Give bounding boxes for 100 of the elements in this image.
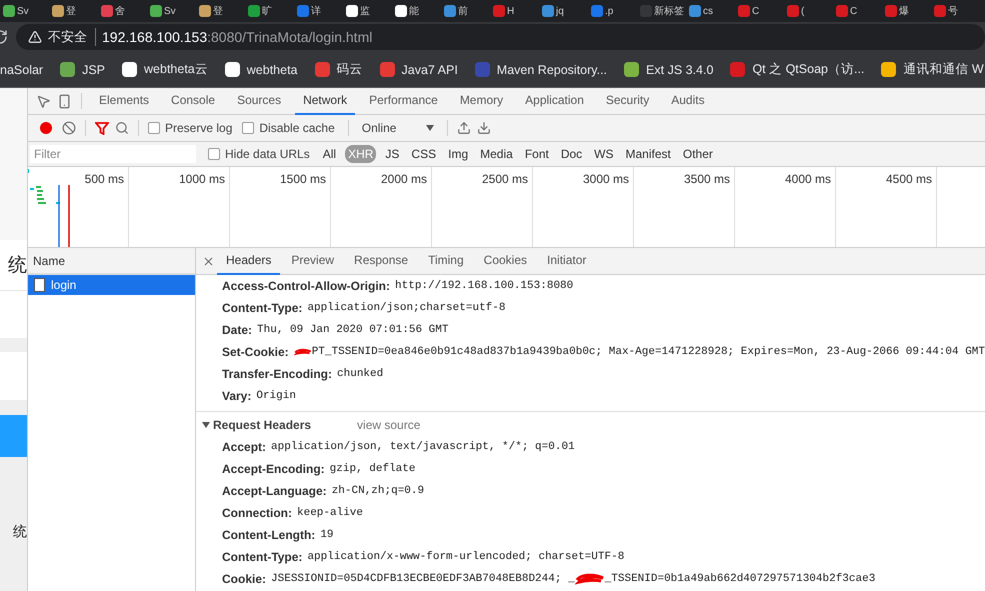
tick-label: 4000 ms: [784, 172, 831, 188]
page-text: 统: [13, 523, 27, 541]
browser-tab[interactable]: 能: [392, 4, 441, 18]
browser-tab[interactable]: C: [833, 5, 882, 17]
browser-tab[interactable]: jq: [539, 5, 588, 17]
header-name: Content-Type:: [222, 301, 302, 315]
device-toolbar-icon[interactable]: [57, 94, 72, 108]
download-icon[interactable]: [477, 121, 492, 135]
caret-icon: [426, 125, 434, 131]
inspect-element-icon[interactable]: [36, 94, 51, 108]
bookmark[interactable]: 码云: [314, 61, 362, 78]
header-value: PT_TSSENID=0ea846e0b91c48ad837b1a9439ba0b0c; Max-Age=1471228928; Expires=Mon, 23-Aug-2066 09:44:04 GMT: [312, 346, 985, 358]
close-icon[interactable]: [202, 254, 215, 268]
type-filter-button[interactable]: CSS: [408, 145, 440, 163]
checkbox-option[interactable]: Hide data URLs: [208, 147, 310, 161]
throttling-select[interactable]: Online: [358, 121, 438, 135]
redaction-scribble: [574, 573, 605, 585]
type-filter-button[interactable]: All: [320, 145, 340, 163]
detail-tab[interactable]: Cookies: [474, 248, 536, 274]
browser-tab[interactable]: 登: [196, 4, 245, 18]
bookmark[interactable]: 通讯和通信 W: [881, 61, 984, 78]
devtools-tab[interactable]: Performance: [361, 88, 446, 114]
expand-triangle-icon: [202, 422, 210, 428]
bookmark[interactable]: webtheta云: [122, 61, 208, 78]
tick-label: 2500 ms: [482, 172, 528, 188]
view-source-link[interactable]: view source: [357, 418, 420, 432]
url-path: :8080/TrinaMota/login.html: [207, 29, 372, 45]
bookmark[interactable]: Ext JS 3.4.0: [624, 62, 714, 77]
devtools-tab[interactable]: Sources: [229, 88, 290, 114]
devtools-tab[interactable]: Audits: [663, 88, 713, 114]
type-filter-button[interactable]: Manifest: [622, 145, 674, 163]
header-name: Set-Cookie:: [222, 345, 289, 359]
browser-tab[interactable]: (: [784, 5, 833, 17]
devtools-tab[interactable]: Security: [598, 88, 658, 114]
type-filter-button[interactable]: Media: [477, 145, 516, 163]
browser-tab[interactable]: 前: [441, 4, 490, 18]
tick-label: 3000 ms: [582, 172, 629, 188]
type-filter-button[interactable]: Img: [445, 145, 472, 163]
checkbox-option[interactable]: Preserve log: [148, 121, 232, 135]
browser-tab[interactable]: Sv: [147, 5, 196, 17]
header-name: Accept:: [222, 440, 266, 454]
checkbox[interactable]: [208, 148, 220, 160]
filter-field[interactable]: Filter: [30, 145, 196, 163]
browser-tab[interactable]: 号: [931, 4, 980, 18]
detail-tab[interactable]: Response: [345, 248, 418, 274]
devtools-tab[interactable]: Elements: [91, 88, 158, 114]
search-icon[interactable]: [115, 121, 129, 135]
browser-tab[interactable]: 监: [343, 4, 392, 18]
browser-tab[interactable]: .p: [588, 5, 637, 17]
detail-tab[interactable]: Timing: [419, 248, 473, 274]
redaction-scribble: [294, 346, 312, 358]
header-value: chunked: [337, 368, 384, 380]
header-value: application/x-www-form-urlencoded; charset=UTF-8: [307, 551, 624, 563]
bookmark[interactable]: naSolar: [0, 62, 44, 76]
header-value: zh-CN,zh;q=0.9: [332, 485, 424, 497]
detail-tab[interactable]: Initiator: [538, 248, 596, 274]
tick-label: 3500 ms: [684, 172, 730, 188]
header-name: Date:: [222, 323, 252, 337]
bookmark[interactable]: Qt 之 QtSoap（访...: [730, 61, 864, 78]
section-toggle[interactable]: Request Headers: [202, 418, 312, 432]
checkbox[interactable]: [242, 122, 254, 134]
page-panel: [0, 352, 27, 400]
header-name: Connection:: [222, 506, 292, 520]
filter-icon[interactable]: [95, 122, 109, 134]
browser-tab[interactable]: 旷: [245, 4, 294, 18]
bookmark[interactable]: Java7 API: [380, 62, 458, 77]
browser-tab[interactable]: 登: [49, 4, 98, 18]
type-filter-button[interactable]: WS: [591, 145, 617, 163]
devtools-tab[interactable]: Console: [163, 88, 224, 114]
detail-tab[interactable]: Headers: [217, 248, 280, 274]
header-value: 19: [320, 529, 334, 541]
browser-tab[interactable]: 详: [294, 4, 343, 18]
browser-tab[interactable]: 爆: [882, 4, 931, 18]
checkbox[interactable]: [148, 122, 160, 134]
checkbox-option[interactable]: Disable cache: [242, 121, 335, 135]
browser-tab[interactable]: H: [490, 5, 539, 17]
record-button[interactable]: [40, 122, 52, 134]
bookmark[interactable]: JSP: [60, 62, 106, 77]
browser-tab[interactable]: C: [735, 5, 784, 17]
devtools-tab[interactable]: Application: [517, 88, 592, 114]
bookmark[interactable]: Maven Repository...: [474, 62, 608, 77]
browser-tab[interactable]: cs: [686, 5, 735, 17]
document-icon: [34, 278, 45, 292]
header-name: Transfer-Encoding:: [222, 367, 332, 381]
url-host: 192.168.100.153: [102, 29, 208, 45]
type-filter-button[interactable]: Other: [680, 145, 716, 163]
upload-icon[interactable]: [457, 121, 472, 135]
browser-tab[interactable]: 新标签: [637, 4, 686, 18]
clear-icon[interactable]: [62, 121, 76, 135]
address-field[interactable]: 不安全 192.168.100.153:8080/TrinaMota/login.html: [16, 24, 985, 50]
browser-tab[interactable]: Sv: [0, 5, 49, 17]
request-row[interactable]: login: [28, 275, 195, 295]
type-filter-button[interactable]: Font: [522, 145, 552, 163]
bookmark[interactable]: webtheta: [224, 62, 298, 77]
type-filter-button[interactable]: Doc: [558, 145, 586, 163]
type-filter-button[interactable]: JS: [382, 145, 402, 163]
detail-tab[interactable]: Preview: [282, 248, 344, 274]
devtools-tab[interactable]: Memory: [452, 88, 512, 114]
browser-tab[interactable]: 舍: [98, 4, 147, 18]
header-name: Content-Length:: [222, 528, 316, 542]
